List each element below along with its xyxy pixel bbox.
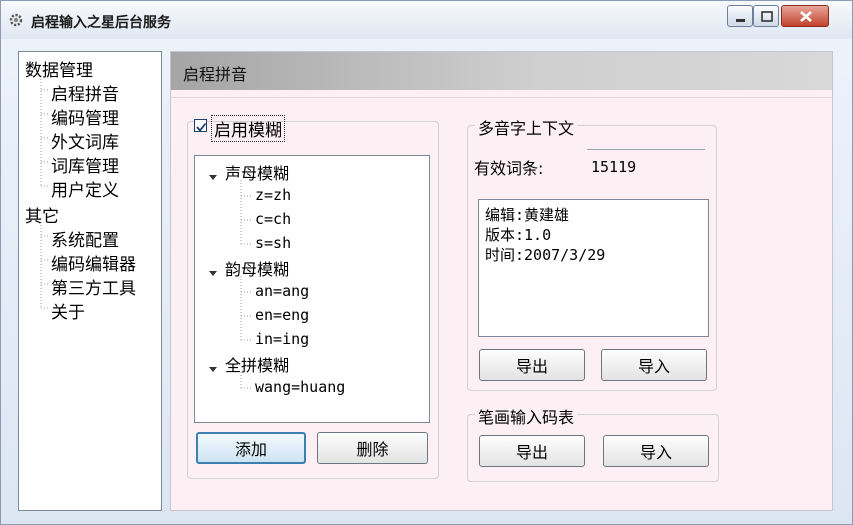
stroke-title: 笔画输入码表 [475, 404, 578, 428]
tree-leaf[interactable]: wang=huang [255, 378, 345, 396]
info-editor: 编辑:黄建雄 [485, 206, 570, 224]
nav-item-about[interactable]: 关于 [51, 298, 85, 323]
nav-item-code-editor[interactable]: 编码编辑器 [51, 250, 136, 275]
maximize-button[interactable] [753, 5, 779, 27]
tree-leaf[interactable]: s=sh [255, 234, 291, 252]
gear-icon [9, 13, 23, 27]
delete-button[interactable]: 删除 [317, 432, 428, 464]
tree-leaf[interactable]: en=eng [255, 306, 309, 324]
nav-item-foreign-dictionary[interactable]: 外文词库 [51, 128, 119, 153]
nav-item-code-management[interactable]: 编码管理 [51, 104, 119, 129]
polyphone-info: 编辑:黄建雄 版本:1.0 时间:2007/3/29 [478, 199, 709, 337]
tree-leaf[interactable]: in=ing [255, 330, 309, 348]
close-icon [800, 11, 812, 22]
polyphone-import-button[interactable]: 导入 [601, 349, 707, 381]
polyphone-export-button[interactable]: 导出 [479, 349, 585, 381]
tree-leaf[interactable]: z=zh [255, 186, 291, 204]
maximize-icon [761, 11, 773, 22]
valid-entries-value: 15119 [587, 149, 705, 183]
nav-item-dictionary-management[interactable]: 词库管理 [51, 152, 119, 177]
info-version: 版本:1.0 [485, 226, 552, 244]
checkmark-icon [196, 122, 207, 132]
window-title: 启程输入之星后台服务 [31, 15, 171, 31]
enable-fuzzy-checkbox[interactable] [194, 119, 207, 132]
info-date: 时间:2007/3/29 [485, 246, 606, 264]
polyphone-title: 多音字上下文 [475, 115, 578, 139]
nav-tree: 数据管理 启程拼音 编码管理 外文词库 词库管理 用户定义 其它 系统配置 编码… [18, 51, 162, 511]
tree-leaf[interactable]: c=ch [255, 210, 291, 228]
stroke-import-button[interactable]: 导入 [603, 435, 709, 467]
app-window: 启程输入之星后台服务 数据管理 启程拼音 编码管理 外文词库 词库管理 用户定义… [0, 0, 853, 525]
nav-item-third-party-tools[interactable]: 第三方工具 [51, 274, 136, 299]
enable-fuzzy-label[interactable]: 启用模糊 [211, 115, 285, 142]
nav-group-other[interactable]: 其它 [25, 202, 59, 227]
minimize-icon [736, 19, 745, 22]
stroke-export-button[interactable]: 导出 [479, 435, 585, 467]
close-button[interactable] [781, 5, 829, 27]
tree-node-full-pinyin-fuzzy[interactable]: 全拼模糊 [225, 352, 289, 376]
valid-entries-label: 有效词条: [474, 159, 544, 178]
tree-node-final-fuzzy[interactable]: 韵母模糊 [225, 256, 289, 280]
title-bar[interactable]: 启程输入之星后台服务 [1, 1, 852, 39]
tree-node-initial-fuzzy[interactable]: 声母模糊 [225, 160, 289, 184]
panel-title: 启程拼音 [183, 65, 248, 84]
fuzzy-tree[interactable]: 声母模糊 z=zh c=ch s=sh 韵母模糊 an=ang en=eng i… [194, 155, 430, 423]
nav-item-qicheng-pinyin[interactable]: 启程拼音 [51, 80, 119, 105]
tree-leaf[interactable]: an=ang [255, 282, 309, 300]
expand-arrow-icon[interactable] [209, 271, 217, 276]
nav-group-data[interactable]: 数据管理 [25, 56, 93, 81]
panel-header: 启程拼音 [171, 52, 832, 90]
minimize-button[interactable] [727, 5, 753, 27]
nav-item-user-defined[interactable]: 用户定义 [51, 176, 119, 201]
expand-arrow-icon[interactable] [209, 175, 217, 180]
expand-arrow-icon[interactable] [209, 367, 217, 372]
nav-item-system-config[interactable]: 系统配置 [51, 226, 119, 251]
add-button[interactable]: 添加 [196, 432, 306, 464]
